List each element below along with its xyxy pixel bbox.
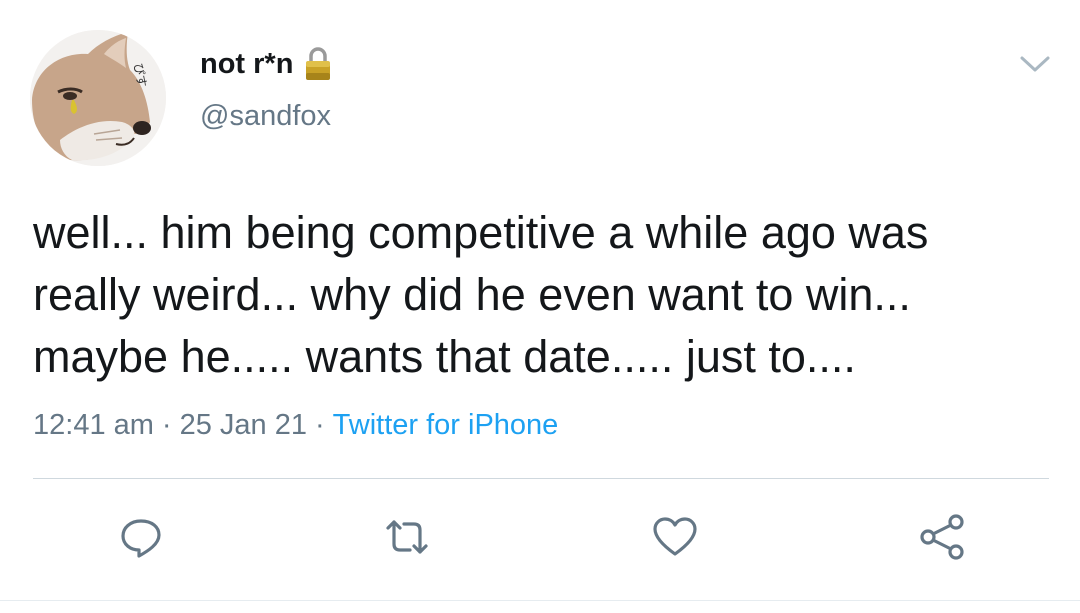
display-name-row: not r*n — [200, 44, 333, 84]
user-handle[interactable]: @sandfox — [200, 96, 331, 136]
bottom-border — [0, 600, 1080, 601]
tweet-text: well... him being competitive a while ag… — [33, 207, 929, 382]
tweet-source-link[interactable]: Twitter for iPhone — [333, 409, 559, 441]
heart-icon — [653, 517, 697, 556]
divider — [33, 478, 1049, 479]
retweet-icon — [386, 520, 428, 554]
lock-icon — [303, 46, 333, 82]
fox-avatar-icon: ぴす — [30, 30, 166, 166]
reply-button[interactable] — [116, 512, 166, 562]
meta-separator: · — [161, 409, 172, 441]
retweet-button[interactable] — [382, 512, 432, 562]
tweet-meta: 12:41 am · 25 Jan 21 · Twitter for iPhone — [33, 404, 558, 446]
display-name[interactable]: not r*n — [200, 46, 293, 82]
avatar[interactable]: ぴす — [30, 30, 166, 166]
tweet-card: ぴす not r*n @sandfox well... him being co… — [0, 0, 1080, 613]
share-button[interactable] — [918, 512, 968, 562]
share-icon — [920, 514, 964, 560]
reply-icon — [121, 519, 161, 558]
chevron-down-icon[interactable] — [1018, 52, 1052, 76]
tweet-time[interactable]: 12:41 am — [33, 409, 154, 441]
tweet-date[interactable]: 25 Jan 21 — [180, 409, 307, 441]
like-button[interactable] — [650, 512, 700, 562]
meta-separator: · — [314, 409, 325, 441]
